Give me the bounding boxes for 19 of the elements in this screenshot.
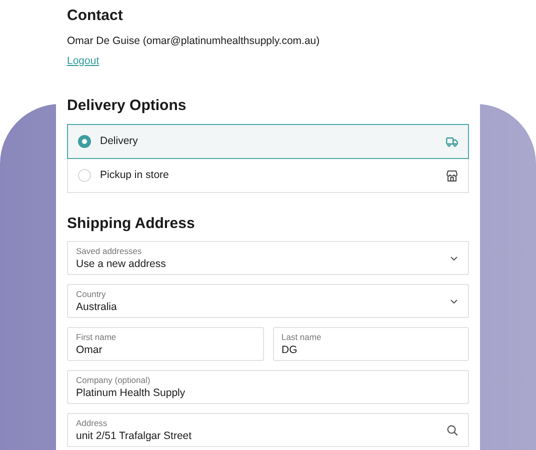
- radio-button[interactable]: [78, 135, 91, 148]
- chevron-down-icon: [450, 256, 458, 260]
- section-heading: Contact: [67, 6, 124, 26]
- contact-details: Omar De Guise (omar@platinumhealthsupply.com.au): [67, 34, 321, 48]
- radio-button[interactable]: [78, 169, 91, 182]
- search-icon: [447, 424, 458, 436]
- dropdown-field[interactable]: Country Australia: [67, 284, 469, 318]
- section-heading: Delivery Options: [67, 96, 188, 116]
- chevron-down-icon: [450, 298, 458, 304]
- storefront-icon: [446, 170, 458, 182]
- dropdown-field[interactable]: Saved addresses Use a new address: [67, 241, 469, 275]
- input-field[interactable]: Company (optional) Platinum Health Supply: [67, 370, 469, 404]
- section-heading: Shipping Address: [67, 214, 196, 234]
- truck-icon: [446, 136, 458, 146]
- input-field[interactable]: First name Omar: [67, 327, 264, 361]
- input-field[interactable]: Last name DG: [272, 327, 469, 361]
- search-field[interactable]: Address unit 2/51 Trafalgar Street: [67, 413, 469, 447]
- delivery-option[interactable]: Delivery: [67, 124, 469, 159]
- delivery-option[interactable]: Pickup in store: [67, 159, 469, 193]
